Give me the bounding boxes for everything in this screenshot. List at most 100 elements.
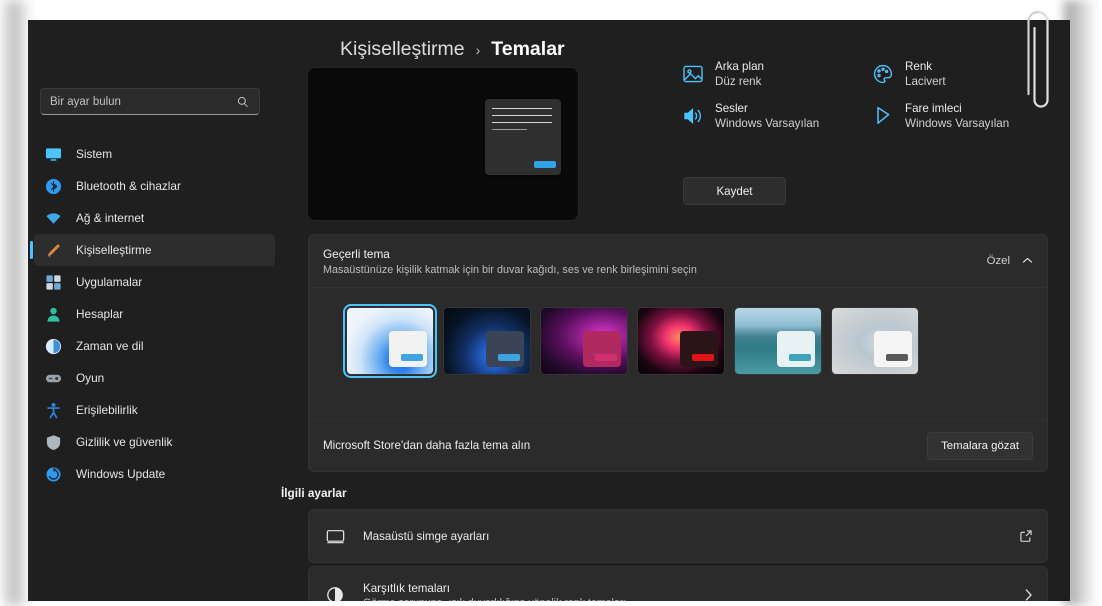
quick-setting-cursor[interactable]: Fare imleci Windows Varsayılan	[871, 102, 1041, 130]
paintbrush-icon	[44, 241, 62, 259]
search-input[interactable]	[41, 95, 233, 108]
theme-accent-mock	[692, 353, 714, 361]
sidebar: Sistem Bluetooth & cihazlar Ağ & internet K…	[28, 20, 281, 601]
wifi-icon	[44, 209, 62, 227]
content-pane: Kişiselleştirme › Temalar Arka plan Düz r…	[281, 20, 1070, 601]
bluetooth-icon	[44, 177, 62, 195]
page-shadow-left	[0, 0, 30, 606]
image-icon	[681, 62, 705, 86]
theme-thumbnail-purple-glow[interactable]	[541, 307, 627, 374]
breadcrumb-parent[interactable]: Kişiselleştirme	[340, 38, 465, 61]
theme-window-mock	[680, 330, 718, 367]
browse-themes-button[interactable]: Temalara gözat	[927, 431, 1033, 460]
related-row-title: Masaüstü simge ayarları	[363, 529, 490, 543]
gamepad-icon	[44, 369, 62, 387]
sidebar-item-zaman-ve-dil[interactable]: Zaman ve dil	[34, 330, 275, 362]
cursor-icon	[871, 104, 895, 128]
current-theme-value: Özel	[986, 255, 1010, 267]
quick-setting-title: Fare imleci	[905, 102, 962, 115]
search-icon[interactable]	[233, 96, 253, 108]
sidebar-item-a-internet[interactable]: Ağ & internet	[34, 202, 275, 234]
preview-dialog-mock	[485, 99, 561, 175]
contrast-icon	[323, 583, 347, 601]
related-row-contrast-themes[interactable]: Karşıtlık temaları Görme sorununa, ışık …	[308, 566, 1048, 601]
theme-window-mock	[486, 330, 524, 367]
person-icon	[44, 305, 62, 323]
sidebar-item-label: Kişiselleştirme	[76, 243, 152, 257]
shield-icon	[44, 433, 62, 451]
chevron-right-icon[interactable]	[1024, 588, 1033, 601]
sidebar-item-hesaplar[interactable]: Hesaplar	[34, 298, 275, 330]
related-settings-heading: İlgili ayarlar	[281, 486, 347, 500]
current-theme-header[interactable]: Geçerli tema Masaüstünüze kişilik katmak…	[309, 235, 1047, 287]
quick-setting-title: Sesler	[715, 102, 748, 115]
monitor-icon	[44, 145, 62, 163]
theme-accent-mock	[789, 353, 811, 361]
quick-setting-title: Arka plan	[715, 60, 764, 73]
theme-accent-mock	[595, 353, 617, 361]
store-row: Microsoft Store'dan daha fazla tema alın…	[308, 419, 1048, 472]
external-link-icon[interactable]	[1019, 529, 1033, 543]
theme-accent-mock	[401, 353, 423, 361]
theme-thumbnail-captured-motion[interactable]	[735, 307, 821, 374]
theme-thumbnail-strip	[309, 287, 1047, 393]
sidebar-item-oyun[interactable]: Oyun	[34, 362, 275, 394]
screenshot-page: Sistem Bluetooth & cihazlar Ağ & internet K…	[0, 0, 1102, 606]
theme-window-mock	[389, 330, 427, 367]
quick-setting-palette[interactable]: Renk Lacivert	[871, 60, 1041, 88]
sidebar-item-label: Bluetooth & cihazlar	[76, 179, 181, 193]
current-theme-subtitle: Masaüstünüze kişilik katmak için bir duv…	[323, 263, 697, 276]
sidebar-item-label: Sistem	[76, 147, 113, 161]
quick-setting-image[interactable]: Arka plan Düz renk	[681, 60, 851, 88]
sidebar-item-sistem[interactable]: Sistem	[34, 138, 275, 170]
theme-thumbnail-windows-light-bloom[interactable]	[343, 303, 437, 378]
breadcrumb: Kişiselleştirme › Temalar	[340, 38, 565, 61]
sidebar-item-label: Gizlilik ve güvenlik	[76, 435, 173, 449]
related-row-subtitle: Görme sorununa, ışık duyarlılığına yönel…	[363, 597, 1024, 602]
settings-window: Sistem Bluetooth & cihazlar Ağ & internet K…	[28, 20, 1070, 601]
theme-thumbnail-windows-dark-bloom[interactable]	[444, 307, 530, 374]
theme-window-mock	[777, 330, 815, 367]
sidebar-item-label: Windows Update	[76, 467, 166, 481]
theme-accent-mock	[498, 353, 520, 361]
sidebar-item-windows-update[interactable]: Windows Update	[34, 458, 275, 490]
current-theme-title: Geçerli tema	[323, 246, 390, 261]
breadcrumb-separator-icon: ›	[475, 42, 481, 58]
search-box[interactable]	[40, 88, 260, 115]
vertical-scrollbar[interactable]	[1058, 20, 1070, 601]
sidebar-item-uygulamalar[interactable]: Uygulamalar	[34, 266, 275, 298]
sidebar-item-label: Zaman ve dil	[76, 339, 144, 353]
sidebar-item-label: Hesaplar	[76, 307, 124, 321]
theme-accent-mock	[886, 353, 908, 361]
sidebar-item-label: Erişilebilirlik	[76, 403, 138, 417]
palette-icon	[871, 62, 895, 86]
quick-settings-grid: Arka plan Düz renk Renk Lacivert Sesler Windo…	[681, 60, 1041, 130]
sidebar-item-eri-ilebilirlik[interactable]: Erişilebilirlik	[34, 394, 275, 426]
sidebar-item-gizlilik-ve-g-venlik[interactable]: Gizlilik ve güvenlik	[34, 426, 275, 458]
theme-thumbnail-glow-light[interactable]	[832, 307, 918, 374]
sidebar-item-label: Uygulamalar	[76, 275, 143, 289]
theme-window-mock	[874, 330, 912, 367]
sidebar-item-ki-iselle-tirme[interactable]: Kişiselleştirme	[30, 234, 275, 266]
sidebar-item-bluetooth-cihazlar[interactable]: Bluetooth & cihazlar	[34, 170, 275, 202]
sidebar-item-label: Oyun	[76, 371, 105, 385]
theme-thumbnail-flow-petals[interactable]	[638, 307, 724, 374]
store-row-label: Microsoft Store'dan daha fazla tema alın	[323, 439, 531, 452]
related-row-title: Karşıtlık temaları	[363, 581, 450, 595]
theme-preview	[308, 68, 578, 220]
clock-globe-icon	[44, 337, 62, 355]
chevron-up-icon[interactable]	[1022, 255, 1033, 267]
sidebar-nav: Sistem Bluetooth & cihazlar Ağ & internet K…	[28, 138, 281, 490]
quick-setting-speaker[interactable]: Sesler Windows Varsayılan	[681, 102, 851, 130]
quick-setting-value: Windows Varsayılan	[905, 117, 1010, 130]
quick-setting-title: Renk	[905, 60, 933, 73]
preview-accent-button	[534, 161, 556, 168]
related-row-desktop-icons[interactable]: Masaüstü simge ayarları	[308, 509, 1048, 563]
accessibility-icon	[44, 401, 62, 419]
current-theme-card: Geçerli tema Masaüstünüze kişilik katmak…	[308, 234, 1048, 446]
speaker-icon	[681, 104, 705, 128]
update-icon	[44, 465, 62, 483]
page-title: Temalar	[491, 38, 565, 60]
save-button[interactable]: Kaydet	[683, 177, 786, 205]
desktop-icon	[323, 524, 347, 548]
